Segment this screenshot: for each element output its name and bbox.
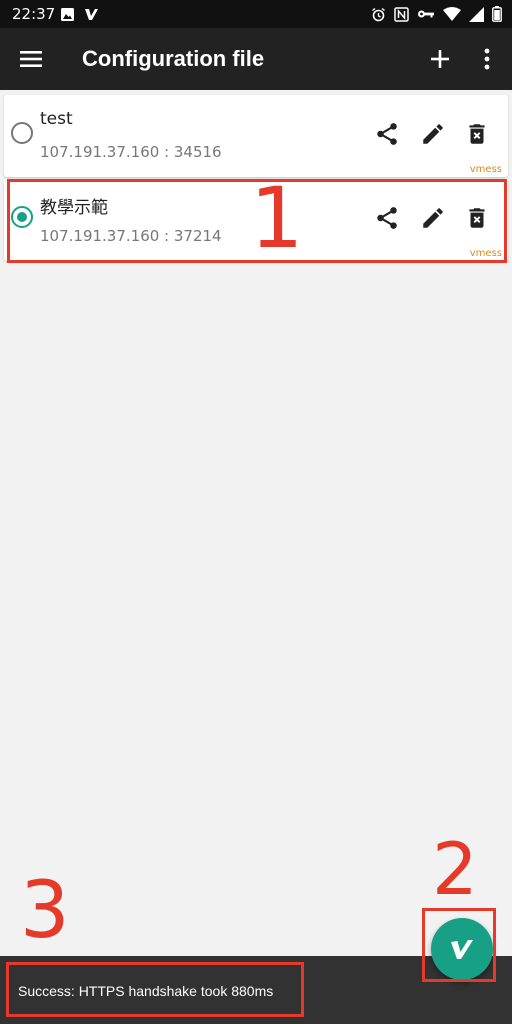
battery-icon (492, 6, 502, 22)
wifi-icon (443, 7, 461, 21)
delete-icon[interactable] (464, 121, 490, 147)
page-title: Configuration file (82, 46, 265, 71)
config-name: test (40, 109, 73, 129)
annotation-box-3 (6, 962, 304, 1017)
status-right-icons (371, 5, 502, 23)
status-bar: 22:37 (0, 0, 512, 28)
share-icon[interactable] (374, 121, 400, 147)
status-time: 22:37 (12, 5, 56, 23)
config-item[interactable]: test 107.191.37.160 : 34516 vmess (4, 95, 508, 177)
v-app-icon (85, 9, 98, 20)
annotation-box-2 (422, 908, 496, 982)
vpn-key-icon (418, 10, 434, 18)
config-type: vmess (469, 164, 502, 175)
menu-icon[interactable] (20, 48, 42, 70)
app-bar: Configuration file (0, 28, 512, 90)
nfc-icon (394, 6, 409, 22)
more-vert-icon[interactable] (478, 46, 496, 72)
status-left-icons (60, 5, 99, 23)
alarm-icon (372, 7, 385, 21)
plus-icon[interactable] (428, 47, 452, 71)
annotation-number-3: 3 (20, 866, 70, 956)
annotation-number-2: 2 (432, 827, 478, 911)
select-radio[interactable] (11, 122, 33, 144)
annotation-number-1: 1 (250, 169, 304, 267)
edit-icon[interactable] (420, 121, 446, 147)
config-address: 107.191.37.160 : 34516 (40, 143, 222, 161)
signal-icon (469, 6, 484, 22)
image-icon (61, 7, 74, 21)
